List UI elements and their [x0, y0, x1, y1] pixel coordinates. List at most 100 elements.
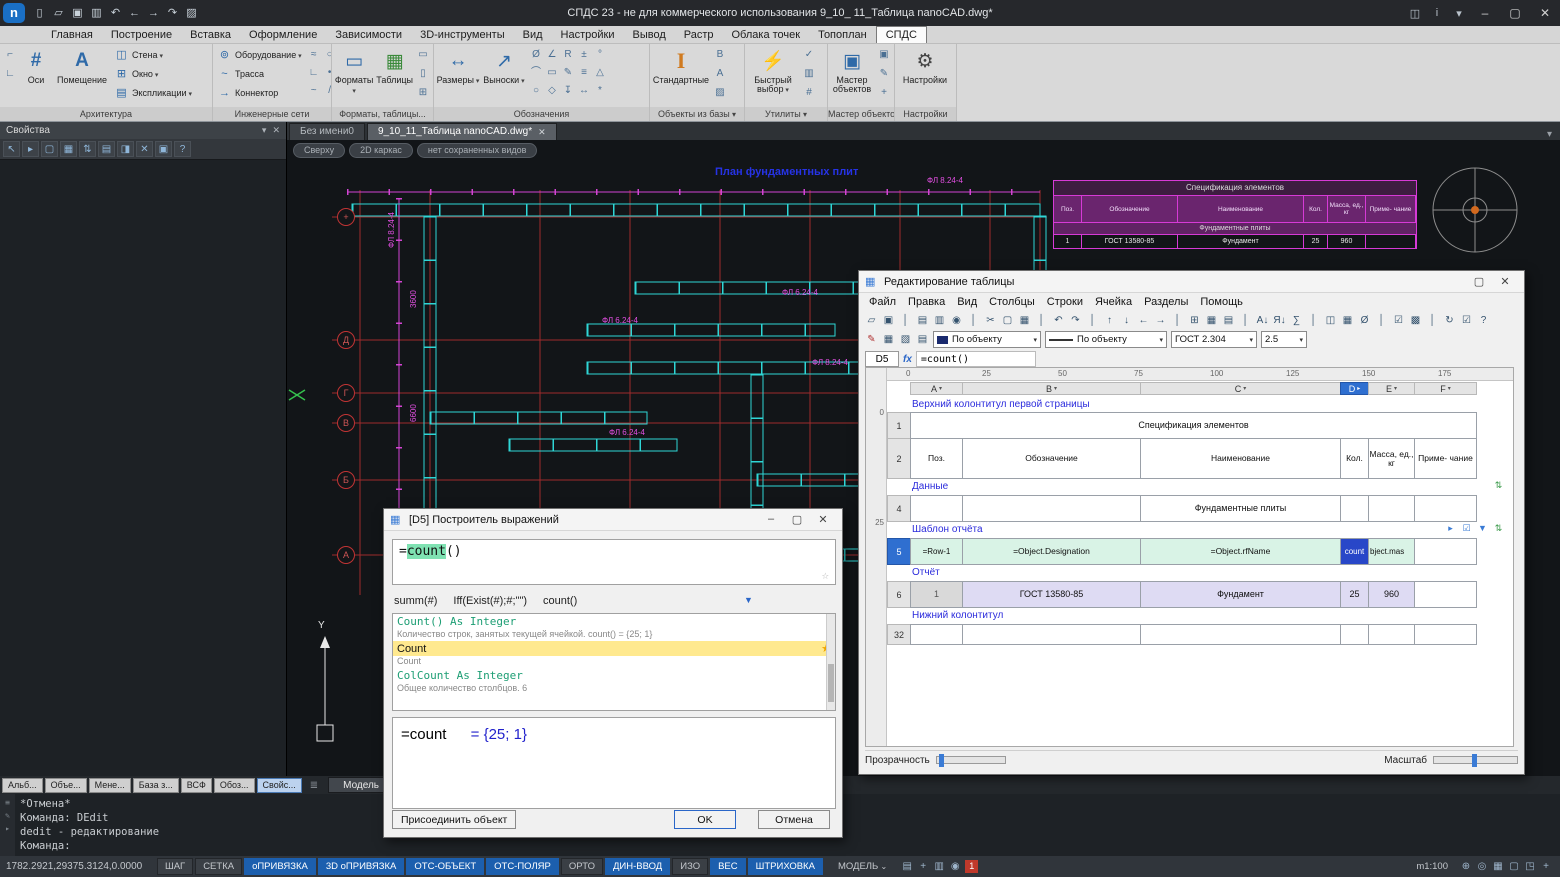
transparency-slider[interactable]: [936, 756, 1006, 764]
toolbar-icon[interactable]: ↷: [1067, 313, 1084, 329]
properties-tool-icon[interactable]: ◨: [117, 141, 134, 157]
sort-icon[interactable]: ⇅: [1492, 480, 1505, 494]
annotation-tool-icon[interactable]: °: [592, 46, 608, 64]
engineering-tool-icon[interactable]: •: [322, 64, 331, 82]
mode-toggle-button[interactable]: СЕТКА: [195, 858, 242, 875]
connector-button[interactable]: → Коннектор: [215, 84, 304, 102]
base-tool-icon[interactable]: А: [712, 65, 728, 83]
axes-button[interactable]: # Оси: [20, 46, 52, 106]
grid-cell[interactable]: 25: [1340, 581, 1369, 608]
toolbar-icon[interactable]: Я↓: [1271, 313, 1288, 329]
command-strip-icon[interactable]: ▸: [5, 824, 10, 833]
function-signature[interactable]: Count() As Integer: [393, 614, 835, 629]
expression-input[interactable]: =count() ☆: [392, 539, 836, 585]
grid-cell[interactable]: [1368, 495, 1415, 522]
grid-cell[interactable]: [1414, 538, 1477, 565]
toolbar-icon[interactable]: ◉: [948, 313, 965, 329]
toolbar-icon[interactable]: →: [1152, 313, 1169, 329]
annotation-tool-icon[interactable]: ≡: [576, 64, 592, 82]
toolbar-icon[interactable]: ▥: [931, 313, 948, 329]
color-combo[interactable]: По объекту ▾: [933, 331, 1041, 348]
properties-tool-icon[interactable]: ⇅: [79, 141, 96, 157]
column-header-c[interactable]: C▾: [1140, 382, 1341, 395]
room-button[interactable]: А Помещение: [54, 46, 110, 106]
column-header-d-current[interactable]: D▸: [1340, 382, 1369, 395]
toolbar-icon[interactable]: │: [1305, 313, 1322, 329]
scrollbar[interactable]: [826, 614, 835, 710]
toolbar-icon[interactable]: ▢: [999, 313, 1016, 329]
dock-panel-tab[interactable]: Объе...: [45, 778, 87, 793]
mode-toggle-button[interactable]: 3D оПРИВЯЗКА: [318, 858, 405, 875]
toolbar-icon[interactable]: ?: [1475, 313, 1492, 329]
toolbar-icon[interactable]: ▱: [863, 313, 880, 329]
toolbar-icon[interactable]: ∑: [1288, 313, 1305, 329]
document-tab-active[interactable]: 9_10_11_Таблица nanoCAD.dwg* ✕: [367, 123, 557, 140]
engineering-tool-icon[interactable]: ~: [306, 82, 322, 100]
engineering-tool-icon[interactable]: ∟: [306, 64, 322, 82]
grid-cell[interactable]: [962, 495, 1141, 522]
properties-tool-icon[interactable]: ✕: [136, 141, 153, 157]
toolbar-icon[interactable]: ▦: [1339, 313, 1356, 329]
quick-access-icon[interactable]: ▱: [49, 5, 68, 22]
layout-list-icon[interactable]: ≣: [310, 780, 318, 791]
toolbar-icon[interactable]: ↓: [1118, 313, 1135, 329]
status-icon[interactable]: ⊕: [1458, 861, 1474, 872]
properties-tool-icon[interactable]: ▤: [98, 141, 115, 157]
grid-cell[interactable]: [1140, 624, 1341, 645]
arch-tool-icon[interactable]: ∟: [2, 65, 18, 83]
format-tool-icon[interactable]: ▭: [415, 46, 431, 64]
border-style-icon[interactable]: ▤: [914, 332, 931, 348]
mode-toggle-button[interactable]: ОРТО: [561, 858, 603, 875]
workspace-icon[interactable]: ◫: [1404, 7, 1426, 20]
annotation-tool-icon[interactable]: Ø: [528, 46, 544, 64]
quick-access-icon[interactable]: →: [144, 5, 163, 22]
annotation-tool-icon[interactable]: ▭: [544, 64, 560, 82]
function-list-selected-item[interactable]: Count ★: [393, 641, 835, 656]
ribbon-tab[interactable]: Растр: [675, 27, 723, 43]
toolbar-icon[interactable]: ▩: [1407, 313, 1424, 329]
toolbar-icon[interactable]: A↓: [1254, 313, 1271, 329]
ribbon-tab[interactable]: Вставка: [181, 27, 240, 43]
toolbar-icon[interactable]: ▤: [1220, 313, 1237, 329]
toolbar-icon[interactable]: │: [897, 313, 914, 329]
row-header-selected[interactable]: 5: [887, 538, 911, 565]
grid-cell[interactable]: Обозначение: [962, 438, 1141, 479]
status-icon[interactable]: ◎: [1474, 861, 1490, 872]
toolbar-icon[interactable]: ☑: [1458, 313, 1475, 329]
master-tool-icon[interactable]: +: [876, 84, 892, 102]
toolbar-icon[interactable]: ▦: [1016, 313, 1033, 329]
favorite-star-icon[interactable]: ☆: [822, 568, 829, 582]
viewport-pill[interactable]: нет сохраненных видов: [417, 143, 538, 158]
grid-cell[interactable]: [910, 624, 963, 645]
grid-cell[interactable]: Приме- чание: [1414, 438, 1477, 479]
border-style-icon[interactable]: ▧: [897, 332, 914, 348]
window-button[interactable]: ⊞ Окно: [112, 65, 194, 83]
command-strip-icon[interactable]: ≡: [5, 798, 10, 807]
arch-tool-icon[interactable]: ⌐: [2, 46, 18, 64]
explication-button[interactable]: ▤ Экспликации: [112, 84, 194, 102]
formats-button[interactable]: ▭ Форматы: [334, 46, 374, 106]
toolbar-icon[interactable]: ↶: [1050, 313, 1067, 329]
annotation-tool-icon[interactable]: ±: [576, 46, 592, 64]
viewport-pill[interactable]: 2D каркас: [349, 143, 413, 158]
wall-button[interactable]: ◫ Стена: [112, 46, 194, 64]
dock-panel-tab[interactable]: Обоз...: [214, 778, 255, 793]
menu-item[interactable]: Помощь: [1194, 295, 1249, 309]
quick-access-icon[interactable]: ↶: [106, 5, 125, 22]
status-icon[interactable]: ▢: [1506, 861, 1522, 872]
dock-panel-tab[interactable]: База з...: [133, 778, 179, 793]
table-grid[interactable]: 0 25 50 75 100 125 150 175 0 25 A▾ B▾ C▾…: [865, 367, 1514, 747]
ribbon-tab[interactable]: Облака точек: [723, 27, 810, 43]
grid-cell[interactable]: ГОСТ 13580-85: [962, 581, 1141, 608]
settings-button[interactable]: ⚙ Настройки: [897, 46, 953, 106]
properties-tool-icon[interactable]: ▦: [60, 141, 77, 157]
mode-toggle-button[interactable]: ШТРИХОВКА: [748, 858, 823, 875]
tab-list-chevron-icon[interactable]: ▾: [1539, 129, 1560, 140]
menu-item[interactable]: Разделы: [1138, 295, 1194, 309]
grid-cell[interactable]: [962, 624, 1141, 645]
grid-cell[interactable]: bject.mas: [1368, 538, 1415, 565]
column-header-a[interactable]: A▾: [910, 382, 963, 395]
mode-toggle-button[interactable]: оПРИВЯЗКА: [244, 858, 316, 875]
grid-cell[interactable]: [1414, 581, 1477, 608]
engineering-tool-icon[interactable]: ≈: [306, 46, 322, 64]
